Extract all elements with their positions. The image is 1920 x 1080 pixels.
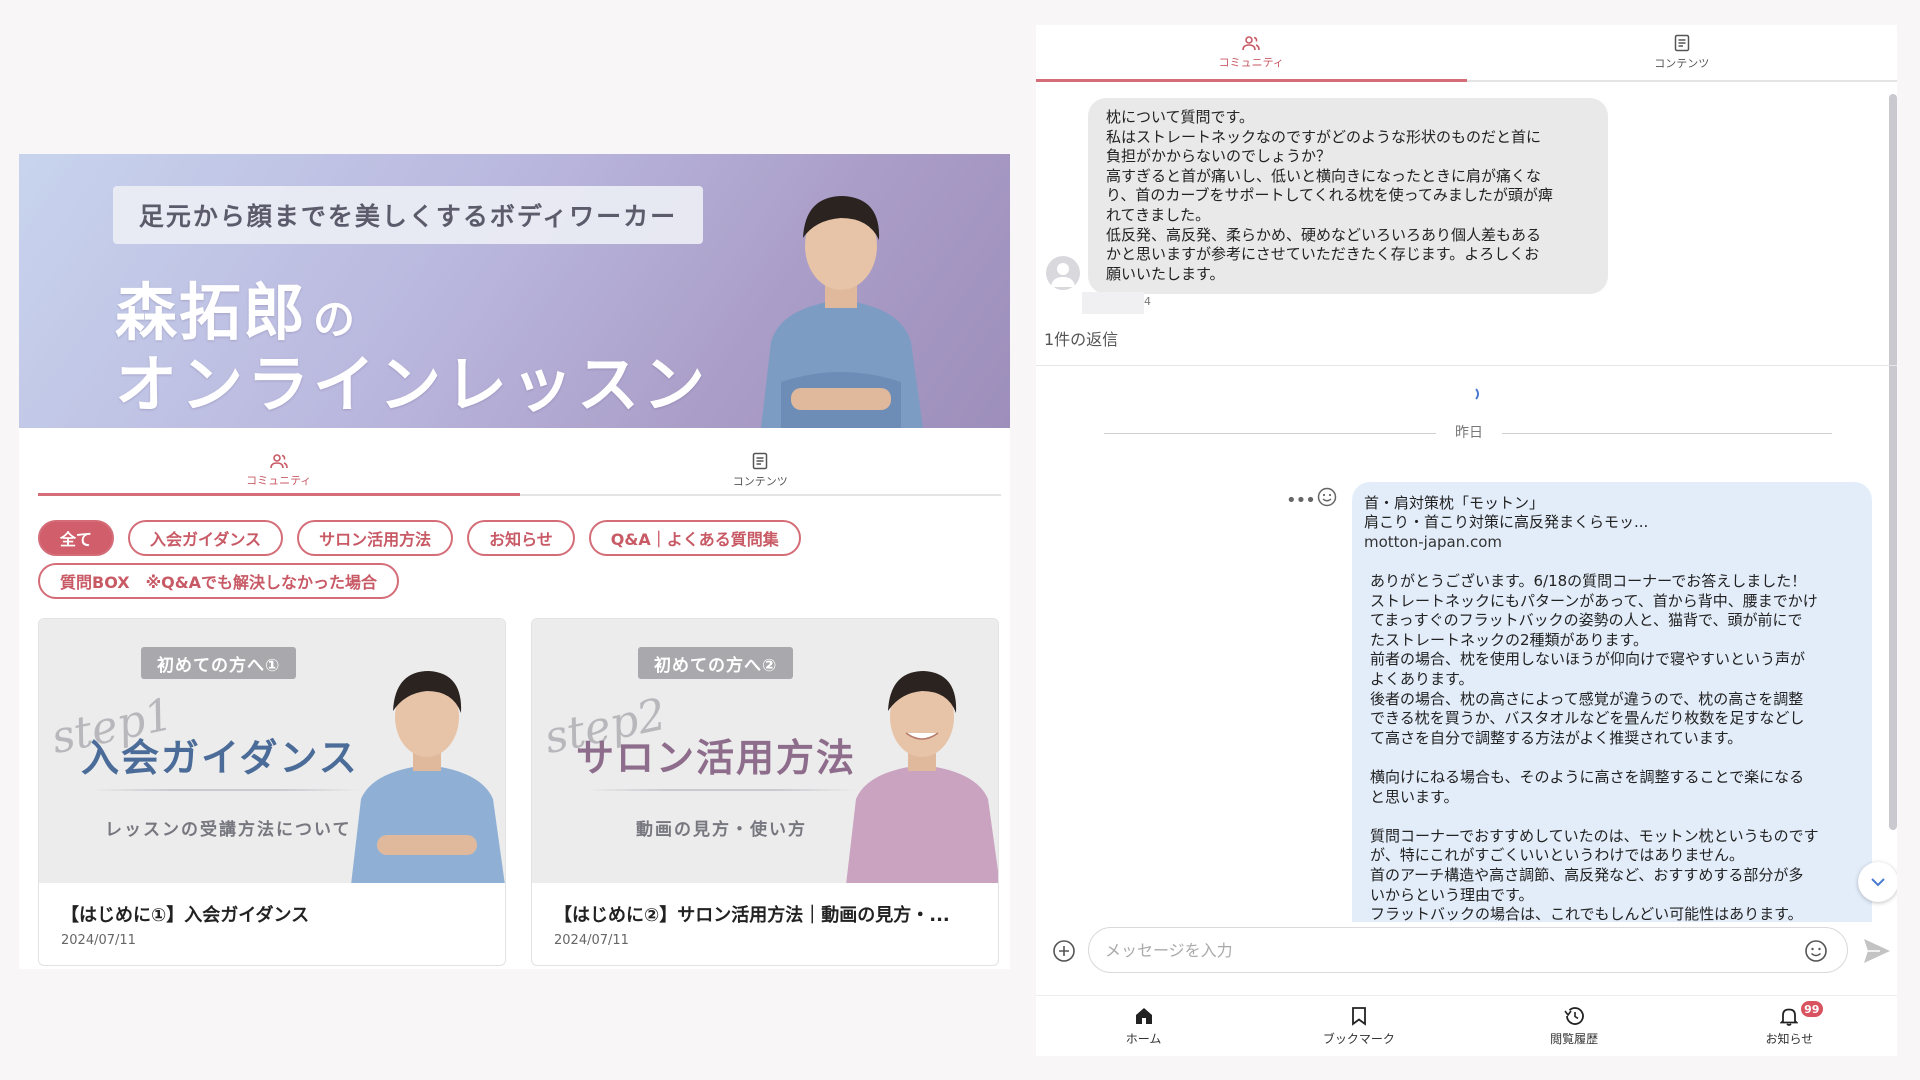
card-thumbnail-title: 入会ガイダンス	[81, 736, 359, 780]
chip-question-box[interactable]: 質問BOX ※Q&Aでも解決しなかった場合	[38, 563, 400, 599]
bookmark-icon	[1351, 1006, 1366, 1026]
date-separator-label: 昨日	[1436, 422, 1502, 442]
hero-title-lesson: オンラインレッスン	[115, 348, 710, 421]
instructor-photo	[761, 196, 923, 428]
answer-message-bubble: 首・肩対策枕「モットン」 肩こり・首こり対策に高反発まくらモッ... motto…	[1352, 482, 1872, 922]
nav-bookmark-label: ブックマーク	[1322, 1031, 1395, 1046]
instructor-photo	[846, 671, 998, 883]
tab-community-label: コミュニティ	[246, 473, 312, 487]
chip-news[interactable]: お知らせ	[467, 520, 575, 556]
message-timestamp-suffix: 4	[1144, 295, 1151, 308]
card-date: 2024/07/11	[61, 933, 136, 948]
scroll-to-bottom-button[interactable]	[1858, 862, 1897, 902]
nav-history[interactable]: 閲覧履歴	[1467, 996, 1682, 1056]
chip-guidance[interactable]: 入会ガイダンス	[128, 520, 284, 556]
document-icon	[1674, 34, 1689, 52]
card-title: 【はじめに①】入会ガイダンス	[61, 905, 310, 926]
left-panel: 足元から顔までを美しくするボディワーカー 森拓郎の オンラインレッスン コミュニ…	[19, 154, 1010, 969]
loading-spinner-icon	[1463, 386, 1479, 402]
more-options-icon[interactable]: •••	[1286, 490, 1316, 511]
nav-home-label: ホーム	[1125, 1031, 1162, 1046]
card-title: 【はじめに②】サロン活用方法｜動画の見方・...	[554, 905, 950, 926]
card-thumbnail-desc: 動画の見方・使い方	[636, 820, 807, 840]
home-icon	[1135, 1007, 1152, 1024]
document-icon	[753, 452, 768, 469]
card-tag: 初めての方へ①	[141, 647, 297, 679]
tab-contents-label: コンテンツ	[1654, 57, 1710, 70]
nav-bookmark[interactable]: ブックマーク	[1251, 996, 1466, 1056]
card-tag: 初めての方へ②	[638, 647, 794, 679]
answer-message-text: ありがとうございます。6/18の質問コーナーでお答えしました！ ストレートネック…	[1370, 572, 1819, 922]
nav-history-label: 閲覧履歴	[1550, 1031, 1599, 1046]
message-input[interactable]	[1088, 927, 1848, 973]
card-thumbnail: 初めての方へ① step1 入会ガイダンス レッスンの受講方法について	[39, 619, 505, 883]
card-divider	[586, 789, 856, 791]
link-preview-domain[interactable]: motton-japan.com	[1364, 532, 1856, 552]
reply-count-link[interactable]: 1件の返信	[1044, 326, 1118, 350]
content-card-salon-usage[interactable]: 初めての方へ② step2 サロン活用方法 動画の見方・使い方 【はじめに②】サ…	[531, 618, 999, 966]
history-icon	[1564, 1006, 1585, 1025]
chip-row-1: 全て 入会ガイダンス サロン活用方法 お知らせ Q&A｜よくある質問集	[38, 520, 998, 556]
nav-notifications[interactable]: お知らせ 99	[1682, 996, 1897, 1056]
thread-divider	[1036, 365, 1897, 366]
instructor-photo	[351, 671, 505, 883]
add-attachment-icon[interactable]	[1052, 939, 1076, 963]
bottom-navigation: ホーム ブックマーク 閲覧履歴 お知らせ 99	[1036, 995, 1897, 1056]
message-timestamp-redacted	[1082, 292, 1144, 314]
chip-row-2: 質問BOX ※Q&Aでも解決しなかった場合	[38, 563, 998, 599]
question-message-bubble: 枕について質問です。 私はストレートネックなのですがどのような形状のものだと首に…	[1088, 98, 1608, 295]
community-icon	[1242, 36, 1261, 51]
chip-salon-usage[interactable]: サロン活用方法	[297, 520, 454, 556]
link-preview-title[interactable]: 首・肩対策枕「モットン」	[1364, 494, 1856, 513]
card-thumbnail-desc: レッスンの受講方法について	[105, 820, 352, 840]
scrollbar[interactable]	[1889, 94, 1897, 830]
tab-contents[interactable]: コンテンツ	[1467, 25, 1898, 80]
card-divider	[91, 789, 361, 791]
card-thumbnail: 初めての方へ② step2 サロン活用方法 動画の見方・使い方	[532, 619, 998, 883]
notification-count-badge: 99	[1798, 999, 1825, 1019]
tab-contents-label: コンテンツ	[732, 474, 788, 488]
nav-home[interactable]: ホーム	[1036, 996, 1251, 1056]
tab-community[interactable]: コミュニティ	[1036, 25, 1467, 82]
link-preview-desc: 肩こり・首こり対策に高反発まくらモッ...	[1364, 513, 1649, 531]
right-tab-bar: コミュニティ コンテンツ	[1036, 25, 1897, 82]
chip-faq[interactable]: Q&A｜よくある質問集	[588, 520, 801, 556]
tab-community-label: コミュニティ	[1218, 56, 1284, 69]
chip-all[interactable]: 全て	[38, 520, 115, 556]
hero-banner: 足元から顔までを美しくするボディワーカー 森拓郎の オンラインレッスン	[19, 154, 1010, 428]
right-panel: コミュニティ コンテンツ 枕について質問です。 私はストレートネックなのですがど…	[1036, 25, 1897, 1056]
send-icon[interactable]	[1862, 937, 1892, 965]
card-thumbnail-title: サロン活用方法	[576, 736, 857, 780]
card-date: 2024/07/11	[554, 933, 629, 948]
add-reaction-icon[interactable]	[1316, 486, 1338, 508]
avatar[interactable]	[1046, 256, 1080, 290]
nav-notifications-label: お知らせ	[1765, 1031, 1814, 1046]
tab-community[interactable]: コミュニティ	[38, 446, 520, 496]
category-filter: 全て 入会ガイダンス サロン活用方法 お知らせ Q&A｜よくある質問集 質問BO…	[38, 520, 998, 606]
bell-icon	[1780, 1008, 1799, 1026]
community-icon	[269, 453, 288, 468]
emoji-picker-icon[interactable]	[1804, 939, 1828, 963]
tab-contents[interactable]: コンテンツ	[520, 446, 1002, 494]
user-avatar-icon	[1051, 263, 1075, 287]
message-composer	[1036, 923, 1897, 977]
chevron-down-icon	[1871, 878, 1885, 887]
chat-thread[interactable]: 枕について質問です。 私はストレートネックなのですがどのような形状のものだと首に…	[1036, 82, 1897, 946]
content-card-guidance[interactable]: 初めての方へ① step1 入会ガイダンス レッスンの受講方法について 【はじめ…	[38, 618, 506, 966]
hero-subtitle: 足元から顔までを美しくするボディワーカー	[113, 186, 703, 244]
left-tab-bar: コミュニティ コンテンツ	[38, 446, 1001, 496]
